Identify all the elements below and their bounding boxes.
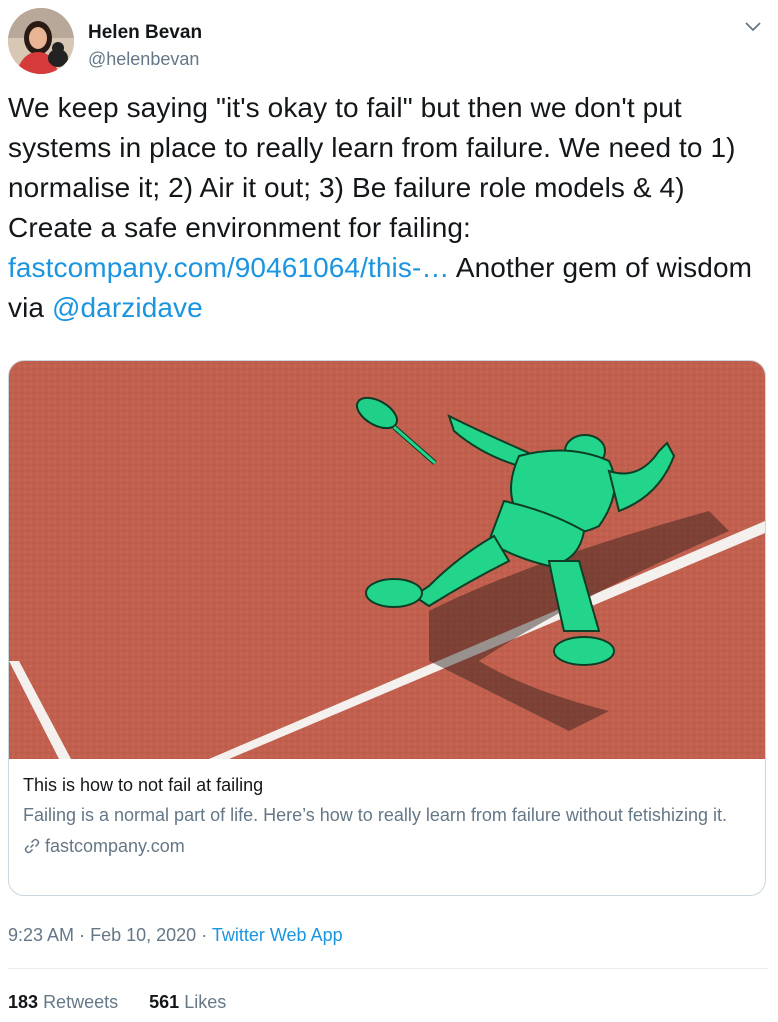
- card-title[interactable]: This is how to not fail at failing: [23, 773, 743, 797]
- divider: [8, 968, 768, 969]
- avatar[interactable]: [8, 8, 74, 74]
- meta-separator: ·: [79, 925, 86, 945]
- likes-stat[interactable]: 561 Likes: [149, 992, 226, 1012]
- link-icon: [24, 838, 40, 854]
- chevron-down-icon[interactable]: [744, 18, 762, 36]
- retweets-count: 183: [8, 992, 39, 1012]
- tweet-stats: 183 Retweets 561 Likes: [8, 992, 252, 1013]
- tweet-text-body: We keep saying "it's okay to fail" but t…: [8, 92, 736, 243]
- tweet-time[interactable]: 9:23 AM: [8, 925, 74, 945]
- author-name[interactable]: Helen Bevan: [88, 22, 202, 44]
- tweet-text: We keep saying "it's okay to fail" but t…: [8, 88, 770, 328]
- card-image[interactable]: [9, 361, 765, 759]
- retweets-stat[interactable]: 183 Retweets: [8, 992, 118, 1012]
- tweet-link[interactable]: fastcompany.com/90461064/this-…: [8, 252, 449, 283]
- card-description: Failing is a normal part of life. Here’s…: [23, 805, 727, 825]
- likes-count: 561: [149, 992, 180, 1012]
- mention-link[interactable]: @darzidave: [52, 292, 203, 323]
- card-body[interactable]: This is how to not fail at failing Faili…: [23, 773, 743, 858]
- meta-separator: ·: [201, 925, 208, 945]
- tweet-source-link[interactable]: Twitter Web App: [212, 925, 343, 945]
- card-domain: fastcompany.com: [45, 836, 185, 856]
- retweets-label: Retweets: [43, 992, 119, 1012]
- tweet-header: Helen Bevan @helenbevan: [8, 6, 768, 76]
- tweet-meta: 9:23 AM · Feb 10, 2020 · Twitter Web App: [8, 925, 343, 946]
- likes-label: Likes: [184, 992, 227, 1012]
- card-domain-row: fastcompany.com: [23, 834, 743, 858]
- link-card[interactable]: This is how to not fail at failing Faili…: [8, 360, 766, 896]
- tweet-date[interactable]: Feb 10, 2020: [90, 925, 196, 945]
- author-handle[interactable]: @helenbevan: [88, 49, 199, 70]
